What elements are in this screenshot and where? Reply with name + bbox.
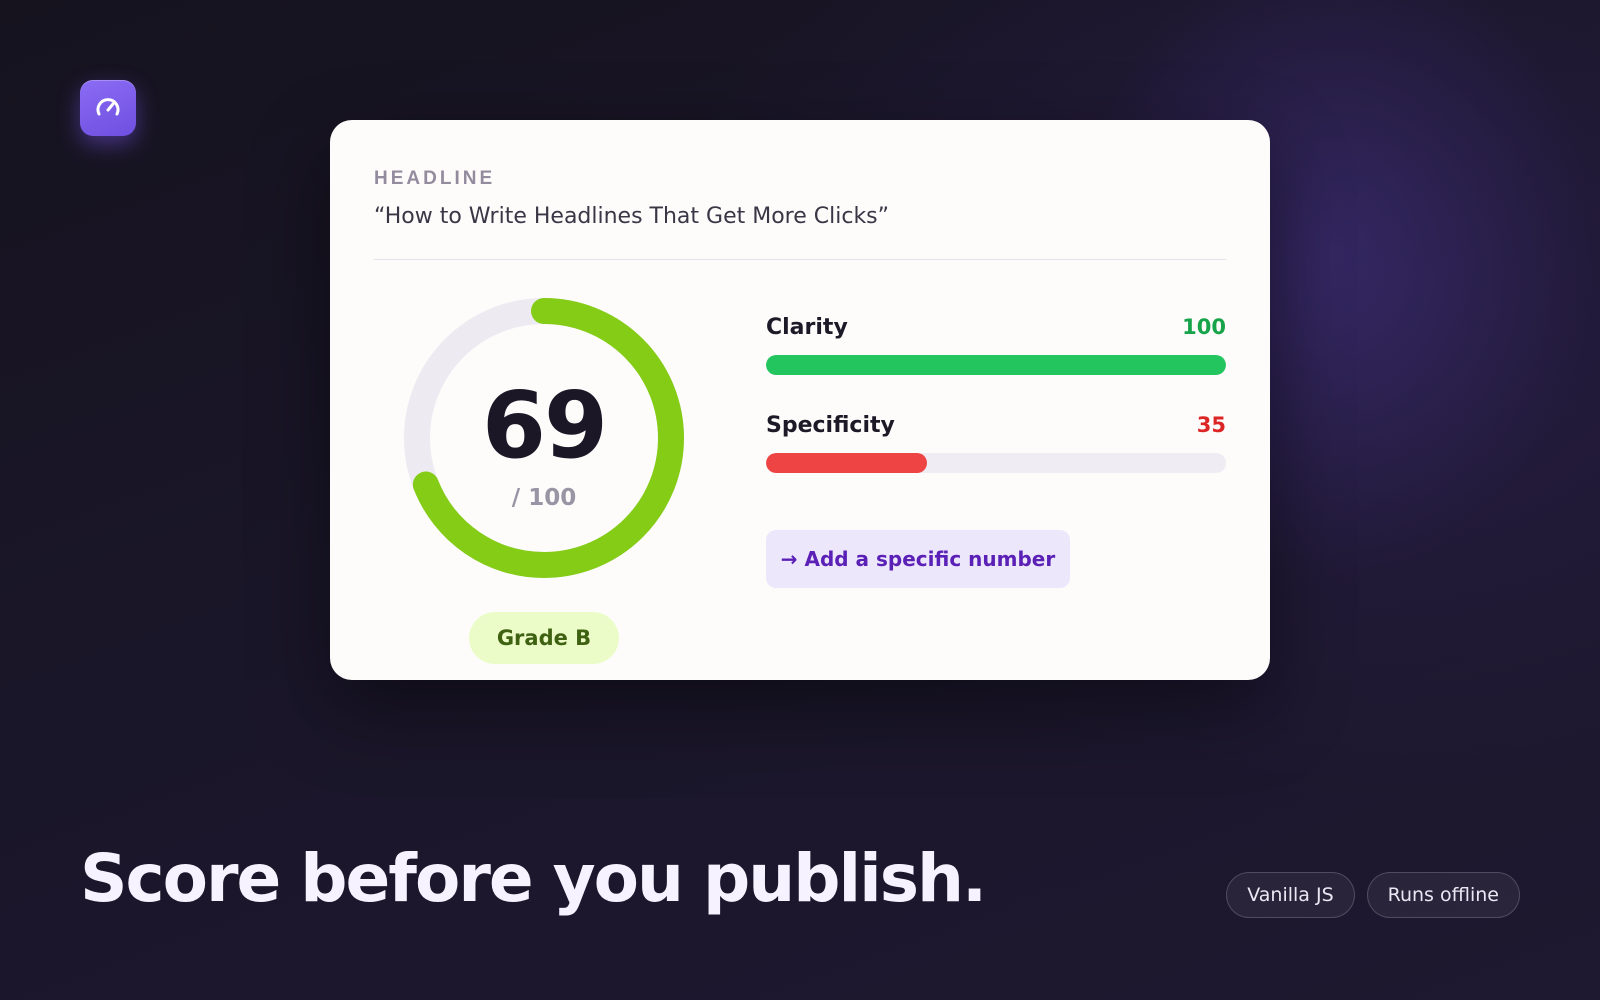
score-ring: 69 / 100 xyxy=(404,298,684,578)
metric-value: 35 xyxy=(1196,413,1226,437)
metric-clarity: Clarity 100 xyxy=(766,315,1226,375)
metric-bar-track xyxy=(766,453,1226,473)
metric-bar-fill xyxy=(766,355,1226,375)
grade-badge: Grade B xyxy=(469,612,619,664)
divider xyxy=(374,259,1226,260)
speedometer-icon xyxy=(80,80,136,136)
headline-label: HEADLINE xyxy=(374,168,496,189)
score-max: / 100 xyxy=(511,485,577,511)
tagline: Score before you publish. xyxy=(80,840,987,917)
score-card: HEADLINE “How to Write Headlines That Ge… xyxy=(330,120,1270,680)
headline-text: “How to Write Headlines That Get More Cl… xyxy=(374,204,890,229)
metric-bar-fill xyxy=(766,453,927,473)
chip-runs-offline: Runs offline xyxy=(1366,872,1520,918)
metric-value: 100 xyxy=(1182,315,1226,339)
metric-specificity: Specificity 35 xyxy=(766,413,1226,473)
chip-vanilla-js: Vanilla JS xyxy=(1226,872,1355,918)
add-specific-number-button[interactable]: → Add a specific number xyxy=(766,530,1070,588)
metric-bar-track xyxy=(766,355,1226,375)
feature-chips: Vanilla JS Runs offline xyxy=(1226,872,1520,918)
metric-label: Clarity xyxy=(766,315,848,340)
score-value: 69 xyxy=(481,372,608,479)
metric-label: Specificity xyxy=(766,413,895,438)
